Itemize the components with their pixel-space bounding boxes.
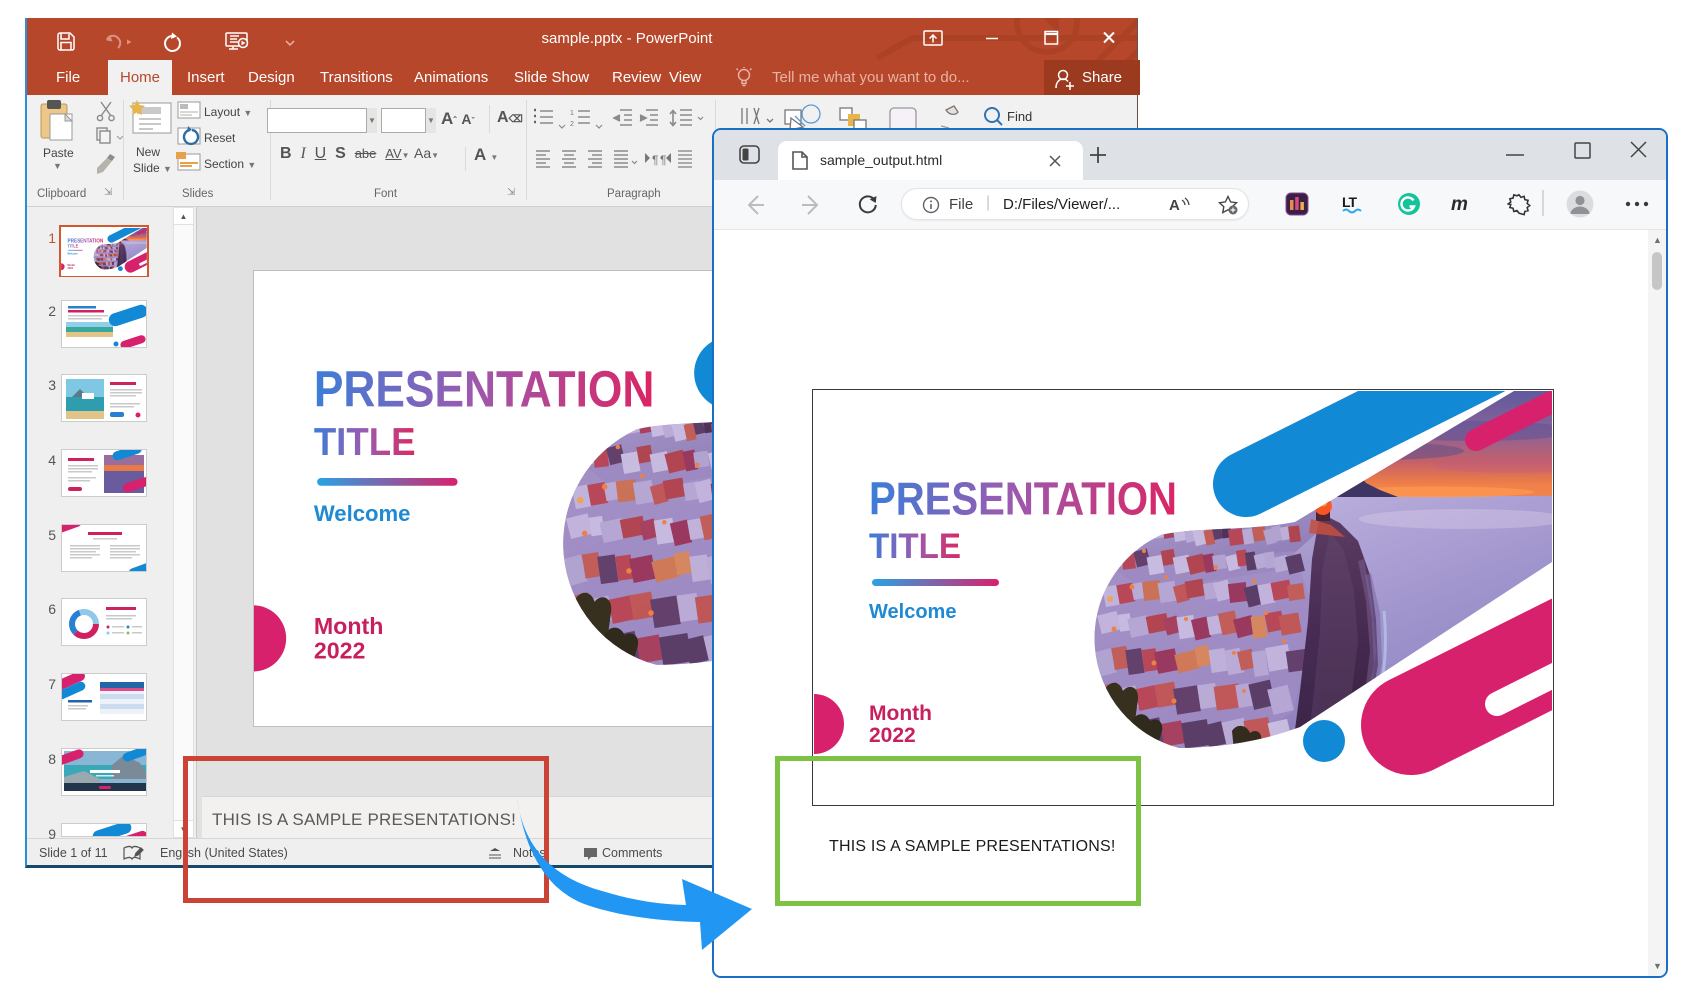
svg-text:Find: Find bbox=[1007, 109, 1032, 124]
svg-text:LT: LT bbox=[1342, 194, 1358, 210]
svg-text:A: A bbox=[1169, 197, 1180, 214]
svg-text:1: 1 bbox=[570, 110, 574, 117]
svg-text:m: m bbox=[1451, 194, 1468, 215]
svg-text:¶: ¶ bbox=[660, 153, 666, 167]
svg-text:¶: ¶ bbox=[652, 153, 658, 167]
svg-text:2: 2 bbox=[570, 121, 574, 128]
